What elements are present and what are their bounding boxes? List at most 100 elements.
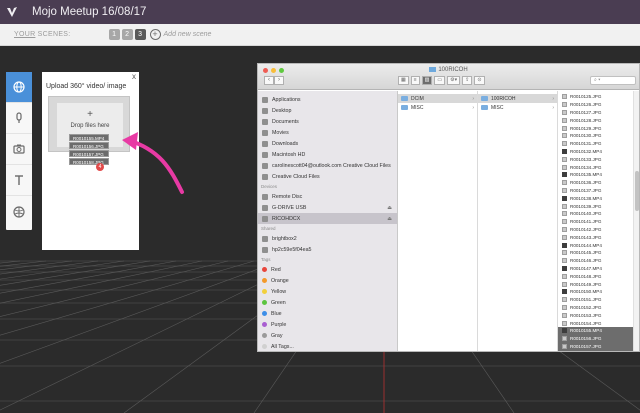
file-item[interactable]: R0010129.JPG — [558, 124, 639, 132]
file-label: R0010141.JPG — [570, 219, 602, 225]
file-item[interactable]: R0010151.JPG — [558, 296, 639, 304]
folder-item[interactable]: MISC › — [478, 103, 557, 112]
back-button[interactable]: ‹ — [264, 76, 274, 85]
sidebar-item[interactable]: Purple — [258, 319, 397, 330]
file-item[interactable]: R0010154.JPG — [558, 319, 639, 327]
file-item[interactable]: R0010136.JPG — [558, 179, 639, 187]
sidebar-item[interactable]: Gray — [258, 330, 397, 341]
sidebar-item[interactable]: Remote Disc — [258, 191, 397, 202]
file-item[interactable]: R0010133.JPG — [558, 155, 639, 163]
file-item[interactable]: R0010126.JPG — [558, 101, 639, 109]
web-tool[interactable] — [6, 196, 32, 227]
app-logo-icon[interactable] — [0, 0, 24, 24]
close-icon[interactable]: x — [132, 72, 136, 81]
photo-tool[interactable] — [6, 134, 32, 165]
file-item[interactable]: R0010141.JPG — [558, 218, 639, 226]
folder-item[interactable]: MISC › — [398, 103, 477, 112]
file-item[interactable]: R0010138.MP4 — [558, 194, 639, 202]
file-item[interactable]: R0010146.JPG — [558, 257, 639, 265]
sidebar-item[interactable]: brightbox2 — [258, 233, 397, 244]
file-item[interactable]: R0010155.MP4 — [558, 326, 639, 335]
sidebar-item[interactable]: Documents — [258, 116, 397, 127]
sidebar-item[interactable]: Yellow — [258, 286, 397, 297]
file-item[interactable]: R0010128.JPG — [558, 116, 639, 124]
view-button[interactable]: ⊙ — [474, 76, 485, 85]
eject-icon[interactable]: ⏏ — [387, 205, 392, 211]
file-item[interactable]: R0010134.JPG — [558, 163, 639, 171]
sidebar-item[interactable]: All Tags... — [258, 341, 397, 351]
sidebar-item[interactable]: Downloads — [258, 138, 397, 149]
file-item[interactable]: R0010149.JPG — [558, 280, 639, 288]
file-label: R0010151.JPG — [570, 297, 602, 303]
scrollbar[interactable] — [633, 91, 639, 351]
forward-button[interactable]: › — [274, 76, 284, 85]
image-file-icon — [562, 102, 567, 108]
file-item[interactable]: R0010142.JPG — [558, 226, 639, 234]
file-item[interactable]: R0010137.JPG — [558, 187, 639, 195]
file-label: R0010157.JPG — [570, 343, 602, 349]
folder-label: MISC — [411, 104, 424, 111]
sidebar-item[interactable]: Desktop — [258, 105, 397, 116]
folder-icon — [401, 96, 408, 101]
view-button[interactable]: ⚙▾ — [447, 76, 461, 85]
search-input[interactable]: ⌕ ▾ — [590, 76, 636, 85]
file-item[interactable]: R0010152.JPG — [558, 304, 639, 312]
sidebar-item[interactable]: Movies — [258, 127, 397, 138]
text-tool[interactable] — [6, 165, 32, 196]
folder-label: MISC — [491, 104, 504, 111]
scrollbar-thumb[interactable] — [635, 171, 639, 211]
file-item[interactable]: R0010125.JPG — [558, 93, 639, 101]
sidebar-item[interactable]: hp2c59e5f04ea5 — [258, 244, 397, 255]
sidebar-item-label: Downloads — [272, 140, 299, 147]
view-button[interactable]: ▭ — [434, 76, 446, 85]
add-scene-label[interactable]: Add new scene — [164, 31, 212, 38]
sidebar-item[interactable]: Blue — [258, 308, 397, 319]
finder-file-list: R0010125.JPG R0010126.JPG R0010127.JPG R001… — [558, 91, 639, 351]
scene-buttons: 123 — [108, 29, 148, 40]
folder-item[interactable]: DCIM › — [398, 94, 477, 103]
sidebar-item[interactable]: carolinescott04@outlook.com Creative Clo… — [258, 160, 397, 171]
add-scene-button[interactable]: + — [149, 29, 161, 40]
scene-button-3[interactable]: 3 — [134, 29, 146, 40]
file-item[interactable]: R0010143.JPG — [558, 233, 639, 241]
sidebar-item[interactable]: RICOHDCX ⏏ — [258, 213, 397, 224]
eject-icon[interactable]: ⏏ — [387, 216, 392, 222]
sidebar-item[interactable]: Red — [258, 264, 397, 275]
file-item[interactable]: R0010153.JPG — [558, 311, 639, 319]
file-item[interactable]: R0010156.JPG — [558, 334, 639, 343]
sidebar-item[interactable]: Orange — [258, 275, 397, 286]
sidebar-item-label: Yellow — [271, 288, 287, 295]
file-label: R0010149.JPG — [570, 281, 602, 287]
sidebar-item[interactable]: Green — [258, 297, 397, 308]
file-item[interactable]: R0010127.JPG — [558, 109, 639, 117]
file-item[interactable]: R0010135.MP4 — [558, 171, 639, 179]
view-button[interactable]: ⇪ — [462, 76, 473, 85]
file-item[interactable]: R0010139.JPG — [558, 202, 639, 210]
view-button[interactable]: ▦ — [398, 76, 409, 85]
scene-button-2[interactable]: 2 — [121, 29, 133, 40]
file-item[interactable]: R0010157.JPG — [558, 342, 639, 351]
view-button[interactable]: ▥ — [421, 76, 433, 85]
scene-button-1[interactable]: 1 — [108, 29, 120, 40]
file-item[interactable]: R0010131.JPG — [558, 140, 639, 148]
sidebar-item[interactable]: Macintosh HD — [258, 149, 397, 160]
file-item[interactable]: R0010132.MP4 — [558, 148, 639, 156]
folder-icon — [401, 105, 408, 110]
file-item[interactable]: R0010147.MP4 — [558, 265, 639, 273]
sidebar-item[interactable]: Creative Cloud Files — [258, 171, 397, 182]
sidebar-item[interactable]: G-DRIVE USB ⏏ — [258, 202, 397, 213]
file-item[interactable]: R0010145.JPG — [558, 249, 639, 257]
finder-column-1: DCIM › MISC › — [398, 91, 478, 351]
file-label: R0010131.JPG — [570, 141, 602, 147]
view-button[interactable]: ≡ — [410, 76, 420, 85]
file-item[interactable]: R0010144.MP4 — [558, 241, 639, 249]
file-item[interactable]: R0010140.JPG — [558, 210, 639, 218]
file-item[interactable]: R0010130.JPG — [558, 132, 639, 140]
file-item[interactable]: R0010148.JPG — [558, 272, 639, 280]
globe-tool[interactable] — [6, 72, 32, 103]
sidebar-item[interactable]: Applications — [258, 94, 397, 105]
file-item[interactable]: R0010158.JPG — [558, 350, 639, 351]
folder-item[interactable]: 100RICOH › — [478, 94, 557, 103]
file-item[interactable]: R0010150.MP4 — [558, 288, 639, 296]
audio-tool[interactable] — [6, 103, 32, 134]
